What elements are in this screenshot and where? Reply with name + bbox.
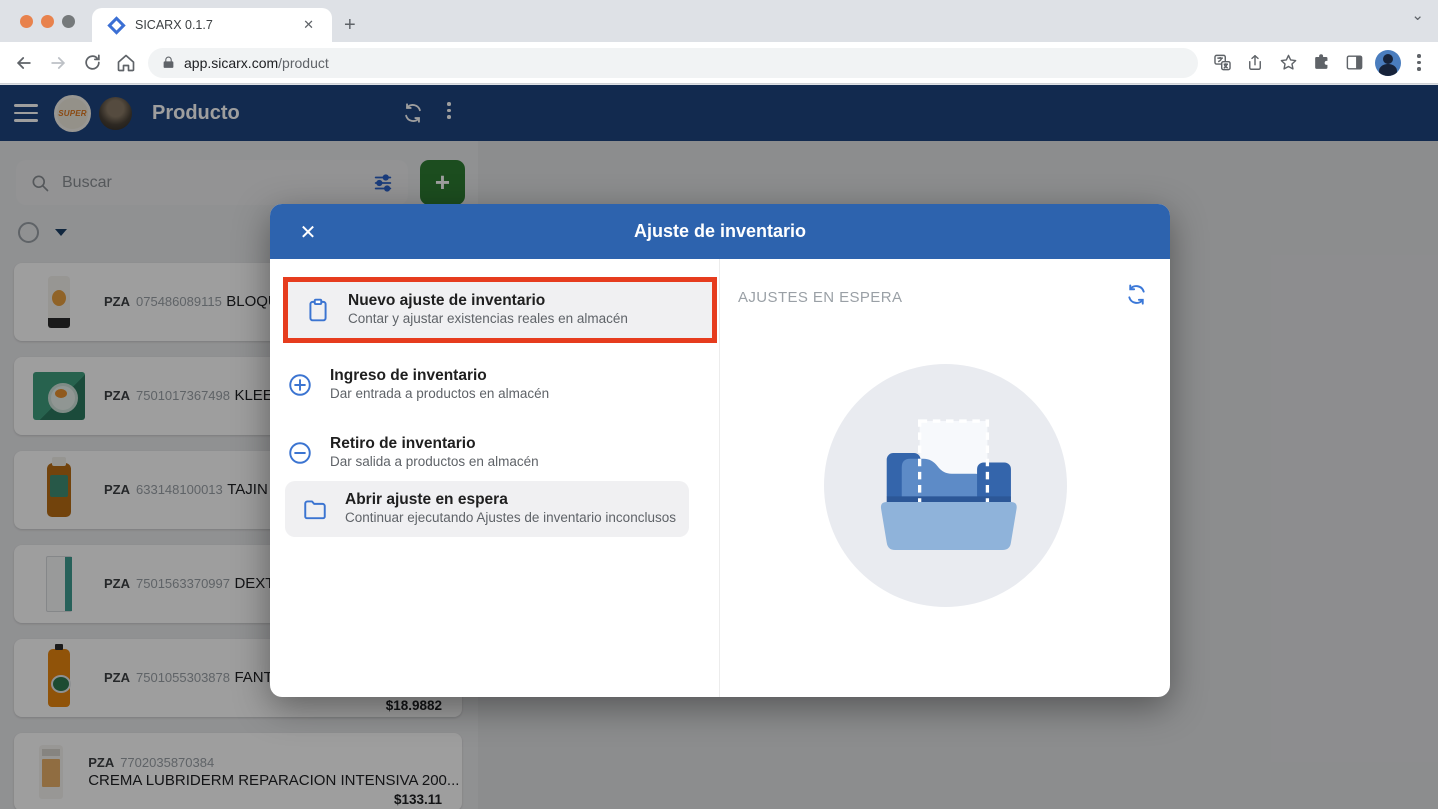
dialog-header: ✕ Ajuste de inventario: [270, 204, 1170, 259]
share-icon[interactable]: [1243, 51, 1267, 75]
dialog-menu-column: Nuevo ajuste de inventario Contar y ajus…: [270, 259, 720, 697]
tab-close-icon[interactable]: ✕: [297, 15, 320, 35]
clipboard-icon: [305, 297, 331, 323]
plus-circle-icon: [287, 372, 313, 398]
menu-item-ingreso[interactable]: Ingreso de inventario Dar entrada a prod…: [270, 357, 719, 413]
empty-state-folder-illustration: [824, 364, 1067, 607]
tab-list-chevron-icon[interactable]: ⌄: [1411, 6, 1424, 24]
waiting-adjustments-panel: AJUSTES EN ESPERA: [720, 259, 1170, 697]
reload-icon[interactable]: [80, 51, 104, 75]
lock-icon: [162, 55, 175, 70]
waiting-refresh-icon[interactable]: [1125, 283, 1148, 311]
window-controls: [20, 15, 75, 28]
new-tab-button[interactable]: +: [344, 14, 356, 37]
bookmark-star-icon[interactable]: [1276, 51, 1300, 75]
extensions-puzzle-icon[interactable]: [1309, 51, 1333, 75]
home-icon[interactable]: [114, 51, 138, 75]
profile-avatar[interactable]: [1375, 50, 1401, 76]
window-close-button[interactable]: [20, 15, 33, 28]
translate-icon[interactable]: [1210, 51, 1234, 75]
window-minimize-button[interactable]: [41, 15, 54, 28]
browser-tab-strip: SICARX 0.1.7 ✕ + ⌄: [0, 0, 1438, 42]
back-icon[interactable]: [12, 51, 36, 75]
url-text: app.sicarx.com/product: [184, 55, 329, 71]
forward-icon[interactable]: [46, 51, 70, 75]
highlight-red-box: Nuevo ajuste de inventario Contar y ajus…: [283, 277, 717, 343]
url-bar[interactable]: app.sicarx.com/product: [148, 48, 1198, 78]
folder-icon: [302, 496, 328, 522]
browser-menu-icon[interactable]: [1410, 54, 1428, 71]
dialog-close-icon[interactable]: ✕: [294, 218, 322, 246]
minus-circle-icon: [287, 440, 313, 466]
tab-title: SICARX 0.1.7: [135, 18, 297, 32]
menu-item-nuevo-ajuste[interactable]: Nuevo ajuste de inventario Contar y ajus…: [288, 282, 712, 338]
menu-item-retiro[interactable]: Retiro de inventario Dar salida a produc…: [270, 425, 719, 481]
waiting-panel-header: AJUSTES EN ESPERA: [738, 289, 1125, 306]
inventory-adjust-dialog: ✕ Ajuste de inventario Nuevo ajuste de i…: [270, 204, 1170, 697]
side-panel-icon[interactable]: [1342, 51, 1366, 75]
site-favicon-icon: [107, 16, 125, 34]
window-maximize-button[interactable]: [62, 15, 75, 28]
browser-tab[interactable]: SICARX 0.1.7 ✕: [92, 8, 332, 42]
menu-item-abrir-ajuste[interactable]: Abrir ajuste en espera Continuar ejecuta…: [285, 481, 689, 537]
dialog-title: Ajuste de inventario: [270, 221, 1170, 242]
browser-toolbar: app.sicarx.com/product: [0, 42, 1438, 84]
